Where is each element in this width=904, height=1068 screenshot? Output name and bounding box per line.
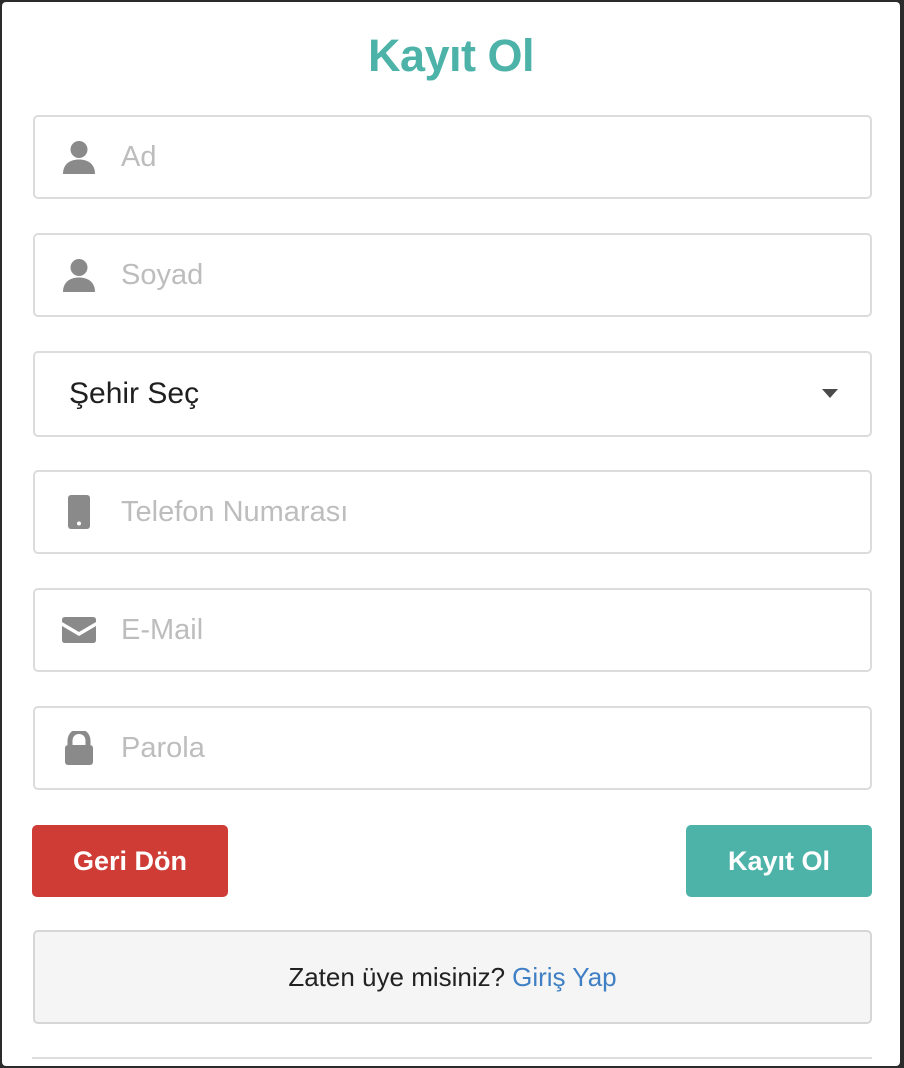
last-name-field[interactable] bbox=[33, 233, 872, 317]
password-input[interactable] bbox=[121, 708, 841, 788]
phone-input[interactable] bbox=[121, 472, 841, 552]
page-title: Kayıt Ol bbox=[367, 30, 535, 81]
email-field[interactable] bbox=[33, 588, 872, 672]
back-button[interactable]: Geri Dön bbox=[32, 825, 228, 897]
last-name-input[interactable] bbox=[121, 235, 841, 315]
user-icon bbox=[59, 117, 99, 197]
divider bbox=[32, 1057, 872, 1059]
mobile-phone-icon bbox=[59, 472, 99, 552]
user-icon bbox=[59, 235, 99, 315]
lock-icon bbox=[59, 708, 99, 788]
city-select[interactable]: Şehir Seç bbox=[33, 351, 872, 437]
city-select-label: Şehir Seç bbox=[69, 377, 200, 410]
register-button[interactable]: Kayıt Ol bbox=[686, 825, 872, 897]
password-field[interactable] bbox=[33, 706, 872, 790]
login-link[interactable]: Giriş Yap bbox=[512, 962, 617, 993]
login-prompt-box: Zaten üye misiniz? Giriş Yap bbox=[33, 930, 872, 1024]
first-name-input[interactable] bbox=[121, 117, 841, 197]
login-prompt-text: Zaten üye misiniz? bbox=[288, 961, 506, 992]
caret-down-icon bbox=[822, 389, 838, 398]
first-name-field[interactable] bbox=[33, 115, 872, 199]
email-input[interactable] bbox=[121, 590, 841, 670]
phone-field[interactable] bbox=[33, 470, 872, 554]
envelope-icon bbox=[59, 590, 99, 670]
register-card: Kayıt Ol Şehir Seç bbox=[2, 2, 900, 1066]
